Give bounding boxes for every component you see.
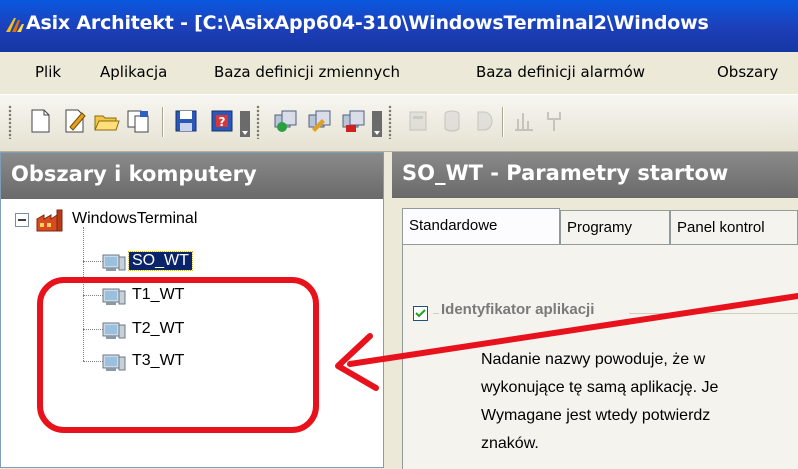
tree-item-label: WindowsTerminal (72, 210, 198, 227)
toolbar-separator (502, 107, 504, 137)
computer-icon (102, 254, 126, 271)
tab-standardowe[interactable]: Standardowe (402, 208, 560, 244)
toolbar-grip[interactable] (388, 105, 392, 139)
description-line: wykonujące tę samą aplikację. Je (481, 379, 719, 396)
tree-connector (83, 261, 103, 263)
computer-add-icon[interactable] (272, 107, 300, 135)
window-title: Asix Architekt - [C:\AsixApp604-310\Wind… (26, 12, 709, 34)
help-icon[interactable]: ? (208, 107, 236, 135)
database-icon[interactable] (404, 107, 432, 135)
parameters-panel-header: SO_WT - Parametry startow (392, 152, 798, 198)
toolbar-grip[interactable] (256, 105, 260, 139)
factory-icon (36, 209, 63, 232)
app-icon (6, 18, 24, 32)
svg-text:?: ? (219, 115, 226, 129)
tree-item-label: SO_WT (128, 251, 193, 271)
tab-programy[interactable]: Programy (560, 210, 670, 244)
collapse-icon[interactable] (15, 213, 29, 227)
title-bar: Asix Architekt - [C:\AsixApp604-310\Wind… (0, 0, 798, 52)
menu-item-plik[interactable]: Plik (35, 63, 61, 81)
computer-icon (102, 322, 126, 339)
toolbar-separator (162, 107, 164, 137)
tree-connector (83, 295, 103, 297)
tree-item-root[interactable]: WindowsTerminal (15, 209, 375, 232)
chart-icon[interactable] (510, 107, 538, 135)
tree-item-t3-wt[interactable]: T3_WT (101, 351, 381, 373)
parameters-panel-title: SO_WT - Parametry startow (402, 161, 729, 185)
tab-content: Identyfikator aplikacji Nadanie nazwy po… (402, 244, 798, 469)
tree-item-label: T3_WT (132, 352, 185, 369)
tab-panel-kontrolny[interactable]: Panel kontrol (670, 210, 798, 244)
tree-connector (83, 227, 85, 361)
copy-icon[interactable] (124, 107, 152, 135)
tree-item-so-wt[interactable]: SO_WT (101, 251, 381, 273)
menu-bar: Plik Aplikacja Baza definicji zmiennych … (0, 52, 798, 94)
tree-item-t1-wt[interactable]: T1_WT (101, 285, 381, 307)
toolbar-grip[interactable] (8, 105, 12, 139)
menu-item-aplikacja[interactable]: Aplikacja (100, 63, 167, 81)
menu-item-baza-alarmow[interactable]: Baza definicji alarmów (476, 63, 645, 81)
description-line: Nadanie nazwy powoduje, że w (481, 351, 706, 368)
edit-icon[interactable] (60, 107, 88, 135)
description-line: znaków. (481, 435, 539, 452)
areas-tree[interactable]: WindowsTerminal SO_WT T1_WT T2_WT T3_WT (1, 199, 383, 467)
tree-item-label: T2_WT (132, 320, 185, 337)
new-doc-icon[interactable] (26, 107, 54, 135)
areas-panel: Obszary i komputery WindowsTerminal SO_W… (0, 152, 384, 468)
toolbar: ? (0, 94, 798, 152)
tree-item-label: T1_WT (132, 286, 185, 303)
shape-icon[interactable] (470, 107, 498, 135)
fork-icon[interactable] (540, 107, 568, 135)
parameters-panel: SO_WT - Parametry startow Standardowe Pr… (392, 152, 798, 469)
chevron-down-icon[interactable] (240, 111, 250, 137)
save-icon[interactable] (172, 107, 200, 135)
menu-item-obszary[interactable]: Obszary (717, 63, 778, 81)
cylinder-icon[interactable] (438, 107, 466, 135)
tree-connector (83, 329, 103, 331)
computer-icon (102, 288, 126, 305)
areas-panel-title: Obszary i komputery (11, 162, 257, 186)
open-folder-icon[interactable] (92, 107, 120, 135)
app-id-checkbox[interactable] (413, 306, 428, 321)
areas-panel-header: Obszary i komputery (1, 153, 383, 199)
computer-icon (102, 354, 126, 371)
description-line: Wymagane jest wtedy potwierdz (481, 407, 711, 424)
group-border (629, 313, 798, 314)
menu-item-baza-zmiennych[interactable]: Baza definicji zmiennych (214, 63, 400, 81)
group-title: Identyfikator aplikacji (439, 301, 597, 318)
tree-connector (83, 361, 103, 363)
computer-edit-icon[interactable] (306, 107, 334, 135)
tree-item-t2-wt[interactable]: T2_WT (101, 319, 381, 341)
checkmark-icon (415, 309, 426, 318)
computer-delete-icon[interactable] (340, 107, 368, 135)
chevron-down-icon[interactable] (372, 111, 382, 137)
